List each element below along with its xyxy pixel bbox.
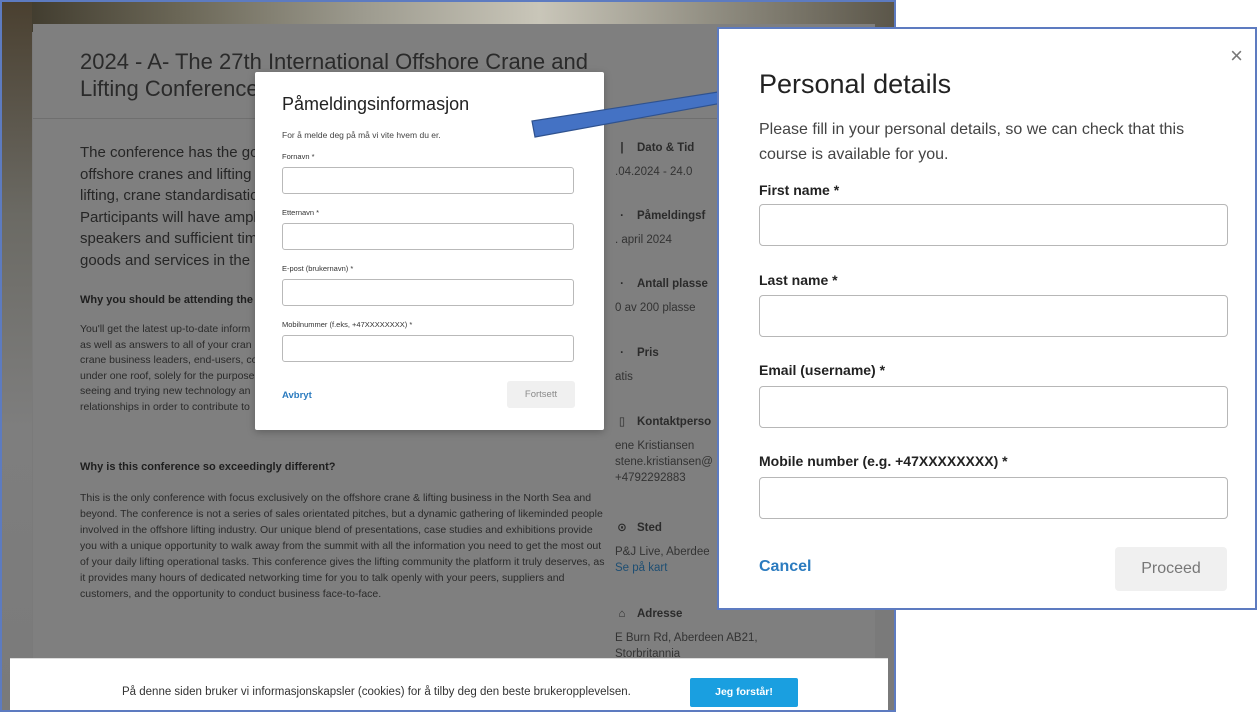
- price-icon: ·: [620, 347, 624, 359]
- map-icon: ⌂: [618, 608, 626, 620]
- close-icon[interactable]: ×: [1230, 45, 1243, 67]
- sidebar-deadline: · Påmeldingsf . april 2024: [615, 210, 705, 246]
- different-text: This is the only conference with focus e…: [80, 492, 605, 600]
- mobile-field[interactable]: [759, 477, 1228, 519]
- first-name-label: First name *: [759, 182, 840, 198]
- people-icon: ·: [620, 278, 624, 290]
- email-field[interactable]: [282, 279, 574, 306]
- sidebar-address: ⌂ Adresse E Burn Rd, Aberdeen AB21, Storb…: [615, 608, 758, 660]
- address-value: E Burn Rd, Aberdeen AB21,: [615, 632, 758, 644]
- registration-modal-english: × Personal details Please fill in your p…: [717, 27, 1257, 610]
- cookie-banner: På denne siden bruker vi informasjonskap…: [10, 658, 888, 710]
- first-name-label: Fornavn *: [282, 152, 315, 161]
- proceed-button[interactable]: Fortsett: [507, 381, 575, 408]
- proceed-button[interactable]: Proceed: [1115, 547, 1227, 591]
- contact-name: ene Kristiansen: [615, 440, 695, 452]
- contact-label: Kontaktperso: [637, 416, 712, 428]
- email-label: E-post (brukernavn) *: [282, 264, 354, 273]
- why-attend-heading: Why you should be attending the 27: [80, 294, 269, 306]
- cookie-accept-button[interactable]: Jeg forstår!: [690, 678, 798, 707]
- place-value: P&J Live, Aberdee: [615, 546, 710, 558]
- sidebar-contact: ▯ Kontaktperso ene Kristiansen stene.kris…: [615, 414, 713, 484]
- calendar-icon: |: [620, 142, 624, 154]
- mobile-field[interactable]: [282, 335, 574, 362]
- modal-title: Personal details: [759, 69, 952, 99]
- mobile-label: Mobile number (e.g. +47XXXXXXXX) *: [759, 453, 1008, 469]
- email-label: Email (username) *: [759, 362, 886, 378]
- different-heading: Why is this conference so exceedingly di…: [80, 461, 336, 473]
- last-name-field[interactable]: [282, 223, 574, 250]
- price-label: Pris: [637, 347, 659, 359]
- location-pin-icon: ⊙: [617, 522, 627, 534]
- cookie-text: På denne siden bruker vi informasjonskap…: [122, 686, 631, 698]
- sidebar-date: | Dato & Tid .04.2024 - 24.0: [615, 142, 694, 178]
- seats-value: 0 av 200 plasse: [615, 302, 696, 314]
- modal-title: Påmeldingsinformasjon: [282, 94, 470, 114]
- sidebar-price: · Pris atis: [615, 347, 659, 383]
- contact-phone[interactable]: +4792292883: [615, 472, 713, 484]
- mobile-label: Mobilnummer (f.eks, +47XXXXXXXX) *: [282, 320, 413, 329]
- email-field[interactable]: [759, 386, 1228, 428]
- last-name-field[interactable]: [759, 295, 1228, 337]
- clock-icon: ·: [620, 210, 624, 222]
- first-name-field[interactable]: [759, 204, 1228, 246]
- hero-image-edge: [2, 2, 32, 710]
- date-label: Dato & Tid: [637, 142, 695, 154]
- contact-icon: ▯: [618, 416, 626, 428]
- date-value: .04.2024 - 24.0: [615, 166, 693, 178]
- price-value: atis: [615, 371, 633, 383]
- sidebar-seats: · Antall plasse 0 av 200 plasse: [615, 278, 708, 314]
- deadline-value: . april 2024: [615, 234, 672, 246]
- registration-modal-norwegian: Påmeldingsinformasjon For å melde deg på…: [255, 72, 604, 430]
- contact-email[interactable]: stene.kristiansen@: [615, 456, 713, 468]
- map-link[interactable]: Se på kart: [615, 562, 710, 574]
- first-name-field[interactable]: [282, 167, 574, 194]
- cancel-button[interactable]: Avbryt: [282, 390, 312, 401]
- modal-subtitle: For å melde deg på må vi vite hvem du er…: [282, 130, 441, 140]
- last-name-label: Last name *: [759, 272, 838, 288]
- cancel-button[interactable]: Cancel: [759, 558, 811, 576]
- address-label: Adresse: [637, 608, 683, 620]
- modal-subtitle: Please fill in your personal details, so…: [759, 121, 1185, 163]
- place-label: Sted: [637, 522, 662, 534]
- last-name-label: Etternavn *: [282, 208, 320, 217]
- seats-label: Antall plasse: [637, 278, 708, 290]
- deadline-label: Påmeldingsf: [637, 210, 706, 222]
- sidebar-place: ⊙ Sted P&J Live, Aberdee Se på kart: [615, 520, 710, 574]
